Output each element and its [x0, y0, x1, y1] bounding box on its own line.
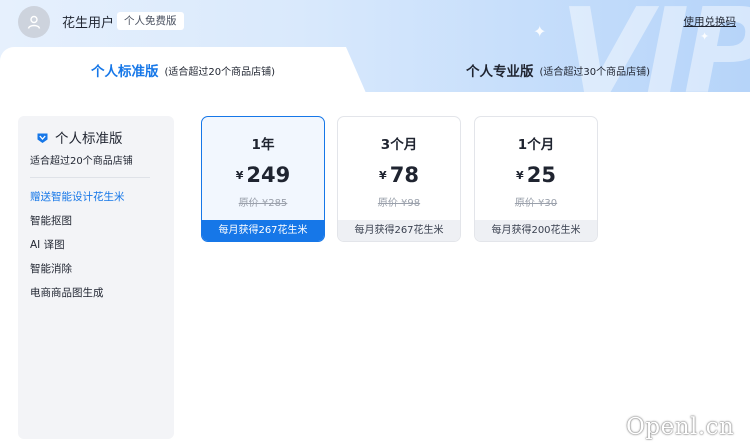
plan-price: 249: [246, 163, 291, 187]
plan-card-1-year[interactable]: 1年 ¥249 原价 ¥285 每月获得267花生米: [201, 116, 325, 242]
currency-symbol: ¥: [516, 169, 524, 182]
features-title: 个人标准版: [55, 131, 123, 147]
divider: [30, 177, 150, 178]
plan-price-row: ¥78: [338, 163, 460, 187]
feature-item-cutout[interactable]: 智能抠图: [30, 212, 162, 236]
plan-price: 25: [526, 163, 556, 187]
user-icon: [27, 15, 41, 29]
sparkle-icon: ✦: [533, 22, 547, 41]
plan-price-row: ¥249: [202, 163, 324, 187]
currency-symbol: ¥: [235, 169, 244, 182]
tab-title: 个人标准版: [90, 64, 159, 80]
feature-item-erase[interactable]: 智能消除: [30, 260, 162, 284]
crown-icon: [37, 133, 48, 143]
plan-monthly-bonus: 每月获得267花生米: [202, 220, 324, 241]
currency-symbol: ¥: [379, 169, 387, 182]
plan-price-row: ¥25: [475, 163, 597, 187]
plan-original-price: 原价 ¥98: [377, 198, 421, 209]
watermark: Openl.cn: [626, 414, 735, 440]
features-title-row: 个人标准版: [36, 129, 162, 147]
tab-title: 个人专业版: [465, 64, 534, 80]
user-name: 花生用户: [62, 16, 115, 31]
tab-standard[interactable]: 个人标准版 (适合超过20个商品店铺): [0, 47, 366, 93]
plan-period: 3个月: [380, 137, 418, 153]
feature-item-ai-translate[interactable]: AI 译图: [30, 236, 162, 260]
current-plan-badge: 个人免费版: [117, 12, 184, 30]
plan-monthly-bonus: 每月获得200花生米: [475, 220, 597, 241]
avatar[interactable]: [18, 6, 50, 38]
feature-item-free-peanuts[interactable]: 赠送智能设计花生米: [30, 188, 162, 212]
sparkle-icon: ✦: [700, 30, 710, 43]
tab-subtitle: (适合超过30个商品店铺): [539, 66, 651, 78]
plan-original-price: 原价 ¥30: [514, 198, 558, 209]
redeem-code-link[interactable]: 使用兑换码: [684, 14, 737, 29]
tab-subtitle: (适合超过20个商品店铺): [164, 66, 276, 78]
tab-professional[interactable]: 个人专业版 (适合超过30个商品店铺): [366, 47, 750, 92]
plan-card-3-months[interactable]: 3个月 ¥78 原价 ¥98 每月获得267花生米: [337, 116, 461, 242]
plan-card-1-month[interactable]: 1个月 ¥25 原价 ¥30 每月获得200花生米: [474, 116, 598, 242]
plan-original-price: 原价 ¥285: [238, 198, 288, 209]
plan-price: 78: [389, 163, 419, 187]
plan-period: 1年: [251, 137, 275, 153]
plan-features-panel: 个人标准版 适合超过20个商品店铺 赠送智能设计花生米 智能抠图 AI 译图 智…: [18, 116, 174, 439]
feature-item-product-image[interactable]: 电商商品图生成: [30, 284, 162, 308]
features-description: 适合超过20个商品店铺: [30, 156, 133, 167]
plan-monthly-bonus: 每月获得267花生米: [338, 220, 460, 241]
plan-period: 1个月: [517, 137, 555, 153]
